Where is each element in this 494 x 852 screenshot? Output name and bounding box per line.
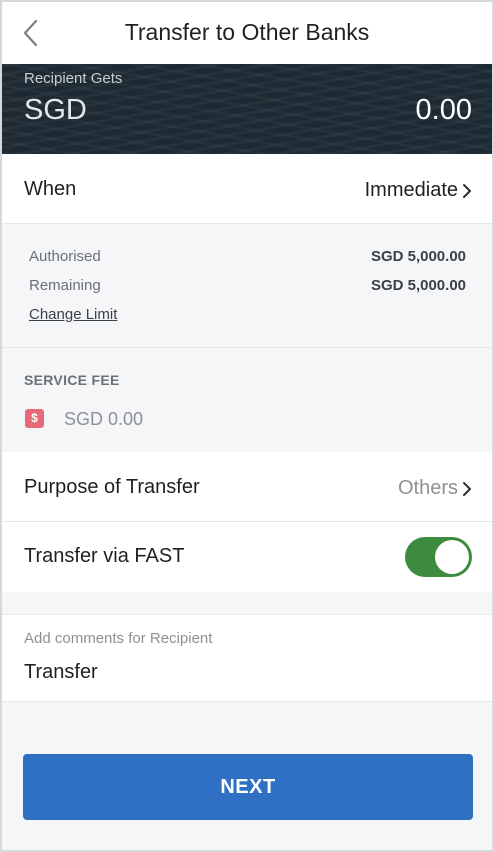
comments-placeholder: Add comments for Recipient — [24, 630, 213, 647]
comments-input[interactable]: Transfer — [24, 661, 98, 684]
fast-label: Transfer via FAST — [24, 545, 185, 567]
when-label: When — [24, 178, 77, 200]
fast-row: Transfer via FAST — [2, 522, 492, 592]
recipient-gets-label: Recipient Gets — [24, 70, 123, 87]
remaining-value: SGD 5,000.00 — [370, 277, 466, 294]
toggle-knob — [435, 540, 469, 574]
service-fee-section: SERVICE FEE $ SGD 0.00 — [2, 348, 492, 452]
chevron-right-icon — [463, 183, 471, 198]
dollar-icon: $ — [25, 409, 44, 428]
purpose-label: Purpose of Transfer — [24, 476, 200, 498]
recipient-amount-input[interactable]: 0.00 — [416, 94, 472, 127]
page-title: Transfer to Other Banks — [124, 19, 370, 45]
service-fee-value: SGD 0.00 — [64, 409, 144, 429]
top-bar: Transfer to Other Banks — [2, 2, 492, 64]
when-row[interactable]: When Immediate — [2, 154, 492, 224]
change-limit-link[interactable]: Change Limit — [29, 306, 117, 323]
chevron-right-icon — [463, 481, 471, 496]
when-value-wrap: Immediate — [365, 179, 472, 202]
comments-field[interactable]: Add comments for Recipient Transfer — [2, 614, 492, 702]
purpose-value-wrap: Others — [398, 477, 472, 500]
transfer-limits: Authorised SGD 5,000.00 Remaining SGD 5,… — [2, 224, 492, 348]
app-frame: Transfer to Other Banks Recipient Gets S… — [0, 0, 494, 852]
next-button[interactable]: NEXT — [23, 754, 473, 820]
purpose-value: Others — [397, 477, 458, 499]
service-fee-title: SERVICE FEE — [24, 372, 120, 388]
recipient-currency: SGD — [24, 94, 87, 126]
recipient-gets-banner: Recipient Gets SGD 0.00 — [2, 64, 492, 154]
authorised-value: SGD 5,000.00 — [370, 248, 466, 265]
fast-toggle[interactable] — [405, 537, 472, 577]
authorised-label: Authorised — [29, 248, 101, 265]
remaining-label: Remaining — [29, 277, 101, 294]
when-value: Immediate — [364, 179, 458, 201]
purpose-row[interactable]: Purpose of Transfer Others — [2, 452, 492, 522]
